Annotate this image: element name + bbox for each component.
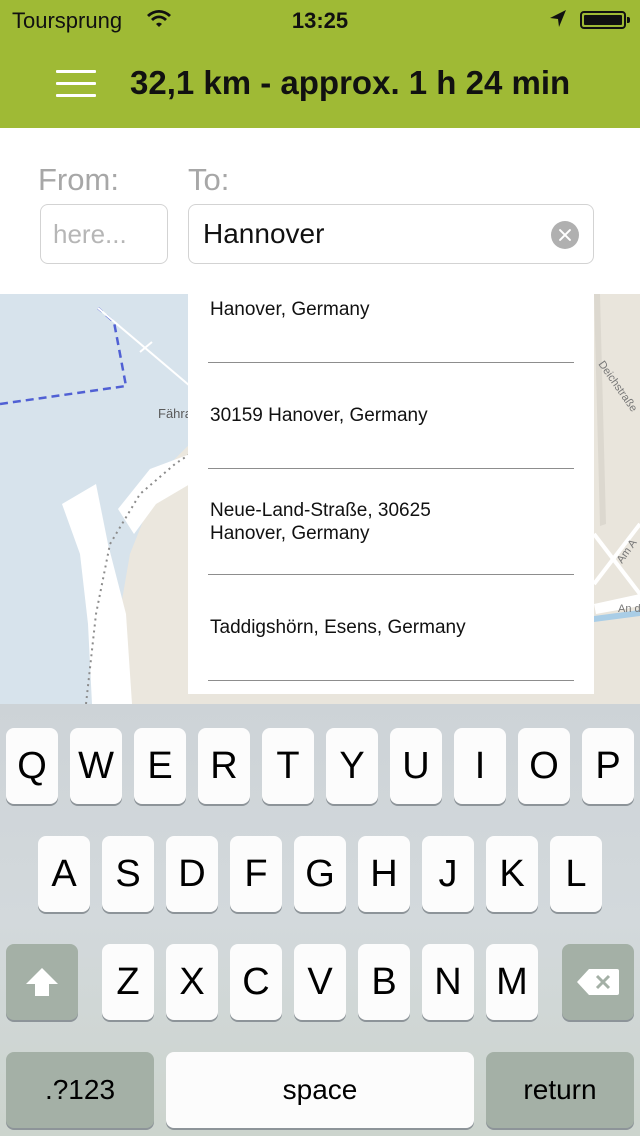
from-label: From: bbox=[38, 162, 119, 197]
key-r[interactable]: R bbox=[198, 728, 250, 804]
key-g[interactable]: G bbox=[294, 836, 346, 912]
keyboard: Q W E R T Y U I O P A S D F G H J K L Z … bbox=[0, 704, 640, 1136]
to-input[interactable]: Hannover bbox=[188, 204, 594, 264]
clear-icon[interactable] bbox=[551, 221, 579, 249]
top-bar: Toursprung 13:25 32,1 km - approx. 1 h 2… bbox=[0, 0, 640, 128]
route-summary-title: 32,1 km - approx. 1 h 24 min bbox=[130, 64, 571, 101]
key-f[interactable]: F bbox=[230, 836, 282, 912]
key-a[interactable]: A bbox=[38, 836, 90, 912]
key-e[interactable]: E bbox=[134, 728, 186, 804]
hamburger-icon bbox=[56, 70, 96, 73]
key-k[interactable]: K bbox=[486, 836, 538, 912]
key-y[interactable]: Y bbox=[326, 728, 378, 804]
key-i[interactable]: I bbox=[454, 728, 506, 804]
shift-icon bbox=[26, 968, 58, 996]
key-p[interactable]: P bbox=[582, 728, 634, 804]
suggestion-line: Taddigshörn, Esens, Germany bbox=[210, 617, 466, 638]
key-l[interactable]: L bbox=[550, 836, 602, 912]
divider bbox=[208, 362, 574, 363]
suggestion-item-1[interactable]: Hanover, Germany bbox=[210, 298, 574, 321]
suggestion-item-2[interactable]: 30159 Hanover, Germany bbox=[210, 404, 574, 427]
suggestion-line: Hanover, Germany bbox=[210, 299, 370, 320]
suggestion-line: Hanover, Germany bbox=[210, 523, 370, 544]
key-t[interactable]: T bbox=[262, 728, 314, 804]
backspace-icon bbox=[577, 969, 619, 995]
space-key[interactable]: space bbox=[166, 1052, 474, 1128]
to-label: To: bbox=[188, 162, 230, 197]
to-input-value: Hannover bbox=[203, 218, 325, 249]
numbers-key[interactable]: .?123 bbox=[6, 1052, 154, 1128]
suggestion-line: 30159 Hanover, Germany bbox=[210, 405, 428, 426]
divider bbox=[208, 468, 574, 469]
key-w[interactable]: W bbox=[70, 728, 122, 804]
key-q[interactable]: Q bbox=[6, 728, 58, 804]
clock: 13:25 bbox=[291, 8, 349, 33]
return-key[interactable]: return bbox=[486, 1052, 634, 1128]
key-o[interactable]: O bbox=[518, 728, 570, 804]
suggestion-item-4[interactable]: Taddigshörn, Esens, Germany bbox=[210, 616, 574, 639]
key-m[interactable]: M bbox=[486, 944, 538, 1020]
key-h[interactable]: H bbox=[358, 836, 410, 912]
battery-icon bbox=[580, 11, 630, 29]
key-n[interactable]: N bbox=[422, 944, 474, 1020]
from-input[interactable]: here... bbox=[40, 204, 168, 264]
divider bbox=[208, 680, 574, 681]
suggestion-line: Neue-Land-Straße, 30625 bbox=[210, 500, 431, 521]
backspace-key[interactable] bbox=[562, 944, 634, 1020]
location-arrow-icon bbox=[548, 8, 568, 36]
status-bar: Toursprung 13:25 bbox=[0, 0, 640, 40]
suggestion-item-3[interactable]: Neue-Land-Straße, 30625 Hanover, Germany bbox=[210, 499, 574, 545]
key-d[interactable]: D bbox=[166, 836, 218, 912]
map-label-street-3: An d bbox=[618, 603, 640, 615]
shift-key[interactable] bbox=[6, 944, 78, 1020]
key-b[interactable]: B bbox=[358, 944, 410, 1020]
key-v[interactable]: V bbox=[294, 944, 346, 1020]
key-x[interactable]: X bbox=[166, 944, 218, 1020]
menu-button[interactable] bbox=[56, 68, 98, 100]
suggestion-list: Hanover, Germany 30159 Hanover, Germany … bbox=[188, 264, 594, 694]
key-z[interactable]: Z bbox=[102, 944, 154, 1020]
divider bbox=[208, 574, 574, 575]
key-s[interactable]: S bbox=[102, 836, 154, 912]
key-c[interactable]: C bbox=[230, 944, 282, 1020]
key-j[interactable]: J bbox=[422, 836, 474, 912]
key-u[interactable]: U bbox=[390, 728, 442, 804]
